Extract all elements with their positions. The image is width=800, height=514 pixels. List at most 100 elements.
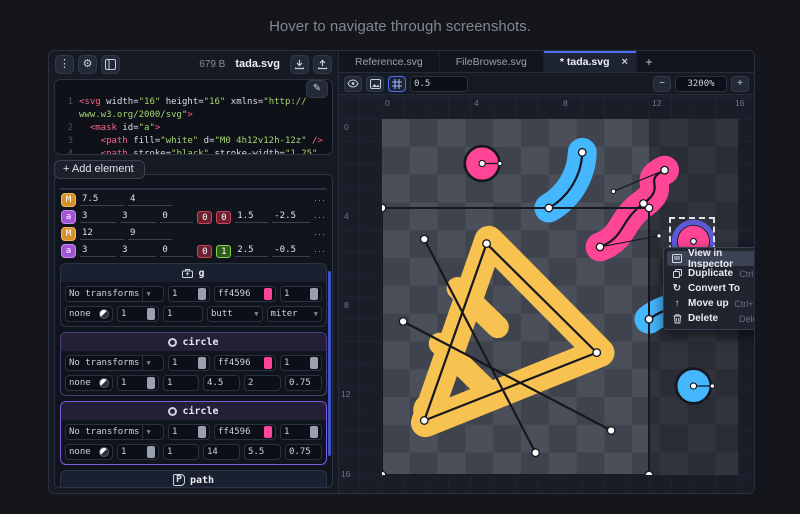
download-button[interactable] — [290, 55, 309, 74]
menu-item-move-up[interactable]: ↑ Move up Ctrl+Up — [667, 296, 754, 311]
cx-input[interactable]: 14 — [203, 444, 240, 460]
zoom-level[interactable]: 3200% — [675, 76, 727, 92]
cx-input[interactable]: 4.5 — [203, 375, 240, 391]
arc-flag[interactable]: 0 — [197, 211, 212, 224]
tab-tada[interactable]: * tada.svg × — [544, 51, 637, 72]
ruler-mark: 4 — [474, 98, 479, 108]
fill-input[interactable]: ff4596 — [214, 424, 276, 440]
command-value[interactable]: 0 — [160, 245, 193, 257]
section-header[interactable]: circle — [61, 333, 326, 351]
stroke-width-input[interactable]: 1 — [163, 444, 199, 460]
command-value[interactable]: 3 — [120, 245, 156, 257]
arc-flag[interactable]: 0 — [216, 211, 231, 224]
path-data-input[interactable]: M7.5 4a3 3 0 0 0 1.5-2.5M12 9a3 3 0 0 1 … — [60, 188, 327, 190]
grid-button[interactable] — [388, 76, 406, 92]
opacity-input[interactable]: 1 — [168, 355, 210, 371]
section-header[interactable]: g — [61, 264, 326, 282]
command-value[interactable]: 4 — [128, 194, 172, 206]
opacity-input[interactable]: 1 — [168, 286, 210, 302]
path-icon: P — [173, 474, 185, 486]
stroke-width-input[interactable]: 1 — [163, 375, 199, 391]
command-value[interactable]: -0.5 — [272, 245, 310, 257]
new-tab-button[interactable]: + — [637, 51, 661, 72]
stroke-input[interactable]: none — [65, 306, 113, 322]
element-section-path[interactable]: P path ▼ — [60, 470, 327, 488]
command-value[interactable]: 9 — [128, 228, 172, 240]
code-lines[interactable]: 1<svg width="16" height="16" xmlns="http… — [59, 96, 326, 155]
fill-opacity-input[interactable]: 1 — [280, 286, 322, 302]
zoom-out-button[interactable]: − — [653, 76, 671, 92]
menu-item-delete[interactable]: Delete Delete — [667, 311, 754, 326]
command-badge[interactable]: a — [61, 244, 76, 258]
command-value[interactable]: 7.5 — [80, 194, 124, 206]
cy-input[interactable]: 5.5 — [244, 444, 281, 460]
edit-code-button[interactable]: ✎ — [306, 80, 328, 98]
row-menu-button[interactable]: ··· — [314, 195, 326, 205]
stroke-opacity-input[interactable]: 1 — [117, 375, 159, 391]
tab-reference[interactable]: Reference.svg — [339, 51, 440, 72]
fill-opacity-input[interactable]: 1 — [280, 424, 322, 440]
stroke-opacity-input[interactable]: 1 — [117, 306, 159, 322]
add-element-button[interactable]: + Add element — [54, 160, 145, 179]
row-menu-button[interactable]: ··· — [314, 229, 326, 239]
canvas-viewport[interactable]: 0 4 8 12 16 0 4 8 12 16 — [339, 95, 754, 493]
opacity-input[interactable]: 1 — [168, 424, 210, 440]
command-badge[interactable]: M — [61, 227, 76, 241]
chevron-down-icon: ▼ — [314, 310, 318, 318]
linejoin-select[interactable]: miter▼ — [267, 306, 323, 322]
fill-opacity-input[interactable]: 1 — [280, 355, 322, 371]
stroke-input[interactable]: none — [65, 375, 113, 391]
command-value[interactable]: 3 — [80, 245, 116, 257]
command-value[interactable]: 12 — [80, 228, 124, 240]
command-value[interactable]: 3 — [120, 211, 156, 223]
element-section-circle-1[interactable]: circle No transforms▼ 1 ff4596 1 none 1 … — [60, 332, 327, 396]
stroke-input[interactable]: none — [65, 444, 113, 460]
linecap-select[interactable]: butt▼ — [207, 306, 263, 322]
command-value[interactable]: 1.5 — [235, 211, 268, 223]
panel-scrollbar[interactable] — [328, 271, 331, 456]
cyan-arc-1-shape[interactable] — [549, 152, 582, 208]
cy-input[interactable]: 2 — [244, 375, 281, 391]
element-section-g[interactable]: g No transforms▼ 1 ff4596 1 none 1 1 but… — [60, 263, 327, 327]
arc-flag[interactable]: 0 — [197, 245, 212, 258]
panels-button[interactable] — [101, 55, 120, 74]
fill-input[interactable]: ff4596 — [214, 286, 276, 302]
settings-button[interactable]: ⚙ — [78, 55, 97, 74]
image-icon — [370, 79, 381, 89]
command-badge[interactable]: a — [61, 210, 76, 224]
reference-image-button[interactable] — [366, 76, 384, 92]
command-value[interactable]: 3 — [80, 211, 116, 223]
visibility-button[interactable] — [344, 76, 362, 92]
r-input[interactable]: 0.75 — [285, 375, 322, 391]
fill-input[interactable]: ff4596 — [214, 355, 276, 371]
section-header[interactable]: circle — [61, 402, 326, 420]
close-icon[interactable]: × — [622, 56, 628, 68]
command-badge[interactable]: M — [61, 193, 76, 207]
section-header[interactable]: P path — [61, 471, 326, 488]
transform-select[interactable]: No transforms▼ — [65, 286, 164, 302]
row-menu-button[interactable]: ··· — [314, 246, 326, 256]
menu-item-duplicate[interactable]: Duplicate Ctrl+D — [667, 266, 754, 281]
menu-item-convert-to[interactable]: ↻ Convert To — [667, 281, 754, 296]
command-value[interactable]: 2.5 — [235, 245, 268, 257]
transform-select[interactable]: No transforms▼ — [65, 424, 164, 440]
cone-shape[interactable] — [413, 240, 600, 428]
cyan-circle-shape[interactable] — [676, 369, 714, 404]
tab-filebrowse[interactable]: FileBrowse.svg — [440, 51, 544, 72]
r-input[interactable]: 0.75 — [285, 444, 322, 460]
transform-select[interactable]: No transforms▼ — [65, 355, 164, 371]
stroke-opacity-input[interactable]: 1 — [117, 444, 159, 460]
command-value[interactable]: -2.5 — [272, 211, 310, 223]
command-value[interactable]: 0 — [160, 211, 193, 223]
stroke-width-input[interactable]: 1 — [163, 306, 203, 322]
menu-button[interactable]: ⋮ — [55, 55, 74, 74]
grid-size-input[interactable]: 0.5 — [410, 76, 468, 92]
pink-circle-shape[interactable] — [465, 146, 502, 181]
menu-item-view-in-inspector[interactable]: View in Inspector — [667, 251, 754, 266]
zoom-in-button[interactable]: + — [731, 76, 749, 92]
row-menu-button[interactable]: ··· — [314, 212, 326, 222]
code-editor[interactable]: ✎ 1<svg width="16" height="16" xmlns="ht… — [54, 79, 333, 155]
element-section-circle-2[interactable]: circle No transforms▼ 1 ff4596 1 none 1 … — [60, 401, 327, 465]
arc-flag[interactable]: 1 — [216, 245, 231, 258]
upload-button[interactable] — [313, 55, 332, 74]
